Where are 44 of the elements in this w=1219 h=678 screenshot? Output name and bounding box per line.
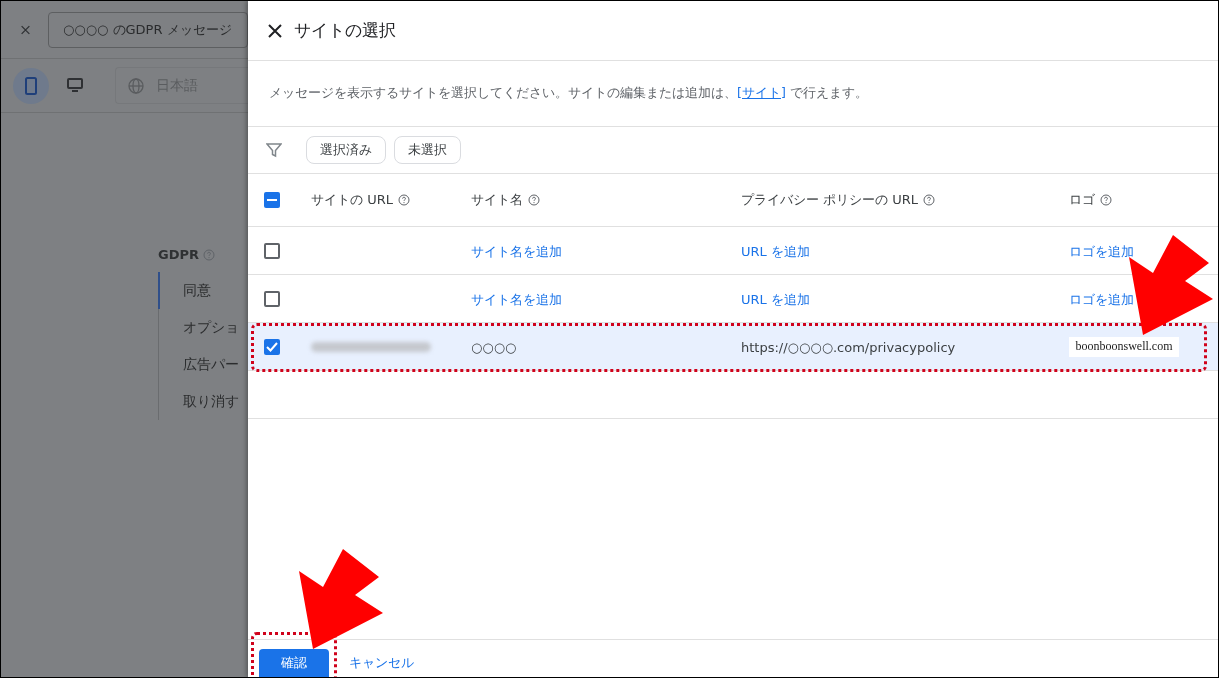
add-link[interactable]: URL を追加 [741, 291, 810, 307]
nav-item[interactable]: 取り消す [158, 383, 248, 420]
dialog-title: サイトの選択 [294, 19, 396, 42]
column-header: プライバシー ポリシーの URL [741, 191, 919, 209]
confirm-button[interactable]: 確認 [259, 649, 329, 677]
column-header: ロゴ [1069, 191, 1095, 209]
column-header: サイトの URL [311, 191, 393, 209]
table-cell: ○○○○ [471, 340, 517, 355]
checkbox[interactable] [264, 242, 280, 259]
desktop-icon [67, 78, 83, 93]
column-header: サイト名 [471, 191, 523, 209]
nav-heading: GDPR [158, 247, 199, 262]
table-row[interactable]: ○○○○ https://○○○○.com/privacypolicy boonboonswell.com [248, 323, 1218, 371]
help-icon[interactable] [397, 194, 410, 206]
add-link[interactable]: サイト名を追加 [471, 243, 562, 259]
add-link[interactable]: ロゴを追加 [1069, 243, 1134, 259]
cancel-button[interactable]: キャンセル [349, 649, 414, 677]
sites-link[interactable]: [サイト] [737, 85, 786, 100]
filter-chip[interactable]: 未選択 [394, 136, 461, 164]
add-link[interactable]: サイト名を追加 [471, 291, 562, 307]
nav-item[interactable]: 広告パー [158, 346, 248, 383]
table-cell: https://○○○○.com/privacypolicy [741, 340, 956, 355]
add-link[interactable]: ロゴを追加 [1069, 291, 1134, 307]
table-row[interactable]: サイト名を追加 URL を追加 ロゴを追加 [248, 227, 1218, 275]
checkbox[interactable] [264, 192, 280, 208]
phone-icon [25, 76, 37, 95]
description-text: メッセージを表示するサイトを選択してください。サイトの編集または追加は、[サイト] で行えます。 [269, 85, 868, 102]
phone-button[interactable] [13, 67, 49, 104]
globe-icon [128, 77, 144, 94]
nav-item[interactable]: オプショ [158, 309, 248, 346]
checkbox[interactable] [264, 290, 280, 307]
filter-icon[interactable] [266, 142, 282, 158]
title-field[interactable]: ○○○○ のGDPR メッセージ [48, 11, 248, 48]
filter-chip[interactable]: 選択済み [306, 136, 386, 164]
checkbox[interactable] [264, 338, 280, 355]
close-icon[interactable] [268, 23, 282, 38]
help-icon[interactable] [528, 194, 540, 206]
table-row[interactable]: サイト名を追加 URL を追加 ロゴを追加 [248, 275, 1218, 323]
add-link[interactable]: URL を追加 [741, 243, 810, 259]
minus-icon [267, 199, 277, 201]
check-icon [266, 341, 278, 352]
help-icon[interactable] [1100, 194, 1112, 206]
help-icon[interactable] [923, 194, 936, 206]
logo-image: boonboonswell.com [1069, 336, 1179, 357]
